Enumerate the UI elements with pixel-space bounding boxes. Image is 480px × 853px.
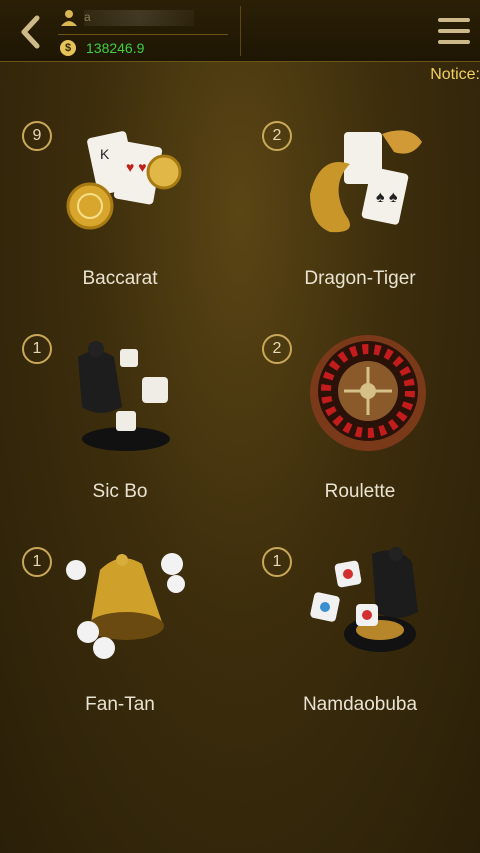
game-card-dragon-tiger[interactable]: 2 ♠ ♠ Dragon-Tiger <box>240 100 480 313</box>
game-name: Namdaobuba <box>302 694 418 715</box>
user-info: a $ 138246.9 <box>58 4 238 58</box>
fish-prawn-crab-dice-icon <box>310 547 418 652</box>
table-count-badge: 2 <box>262 121 292 151</box>
cards-and-chips-icon: ♥ ♥ K <box>66 131 182 230</box>
dollar-coin-icon: $ <box>60 40 76 56</box>
top-bar: a $ 138246.9 <box>0 0 480 62</box>
roulette-wheel-icon <box>310 335 426 451</box>
back-button[interactable] <box>10 12 50 52</box>
game-name: Baccarat <box>82 268 158 289</box>
game-name: Sic Bo <box>92 481 148 502</box>
bell-and-beads-icon <box>66 553 185 659</box>
svg-text:K: K <box>100 146 110 162</box>
table-count-badge: 1 <box>262 547 292 577</box>
user-name: a <box>84 10 194 26</box>
table-count-badge: 9 <box>22 121 52 151</box>
game-card-fan-tan[interactable]: 1 Fan-Tan <box>0 526 240 739</box>
game-card-namdaobuba[interactable]: 1 Namdaobuba <box>240 526 480 739</box>
game-name: Dragon-Tiger <box>304 268 416 289</box>
table-count-badge: 1 <box>22 547 52 577</box>
game-name: Roulette <box>324 481 396 502</box>
game-card-roulette[interactable]: 2 Roulette <box>240 313 480 526</box>
notice-label: Notice: <box>430 66 480 83</box>
game-name: Fan-Tan <box>85 694 155 715</box>
user-icon <box>61 10 77 26</box>
balance-value: 138246.9 <box>86 40 145 56</box>
table-count-badge: 2 <box>262 334 292 364</box>
dragon-tiger-cards-icon: ♠ ♠ <box>310 130 422 233</box>
dice-cup-icon <box>78 341 170 451</box>
game-card-sic-bo[interactable]: 1 Sic Bo <box>0 313 240 526</box>
svg-text:♠ ♠: ♠ ♠ <box>376 189 398 206</box>
chevron-left-icon <box>21 15 40 49</box>
svg-text:♥ ♥: ♥ ♥ <box>126 159 147 175</box>
hamburger-menu-icon <box>438 18 470 22</box>
divider <box>58 34 228 35</box>
table-count-badge: 1 <box>22 334 52 364</box>
game-card-baccarat[interactable]: 9 ♥ ♥ K Baccarat <box>0 100 240 313</box>
menu-button[interactable] <box>438 14 470 48</box>
header-divider <box>240 6 241 56</box>
